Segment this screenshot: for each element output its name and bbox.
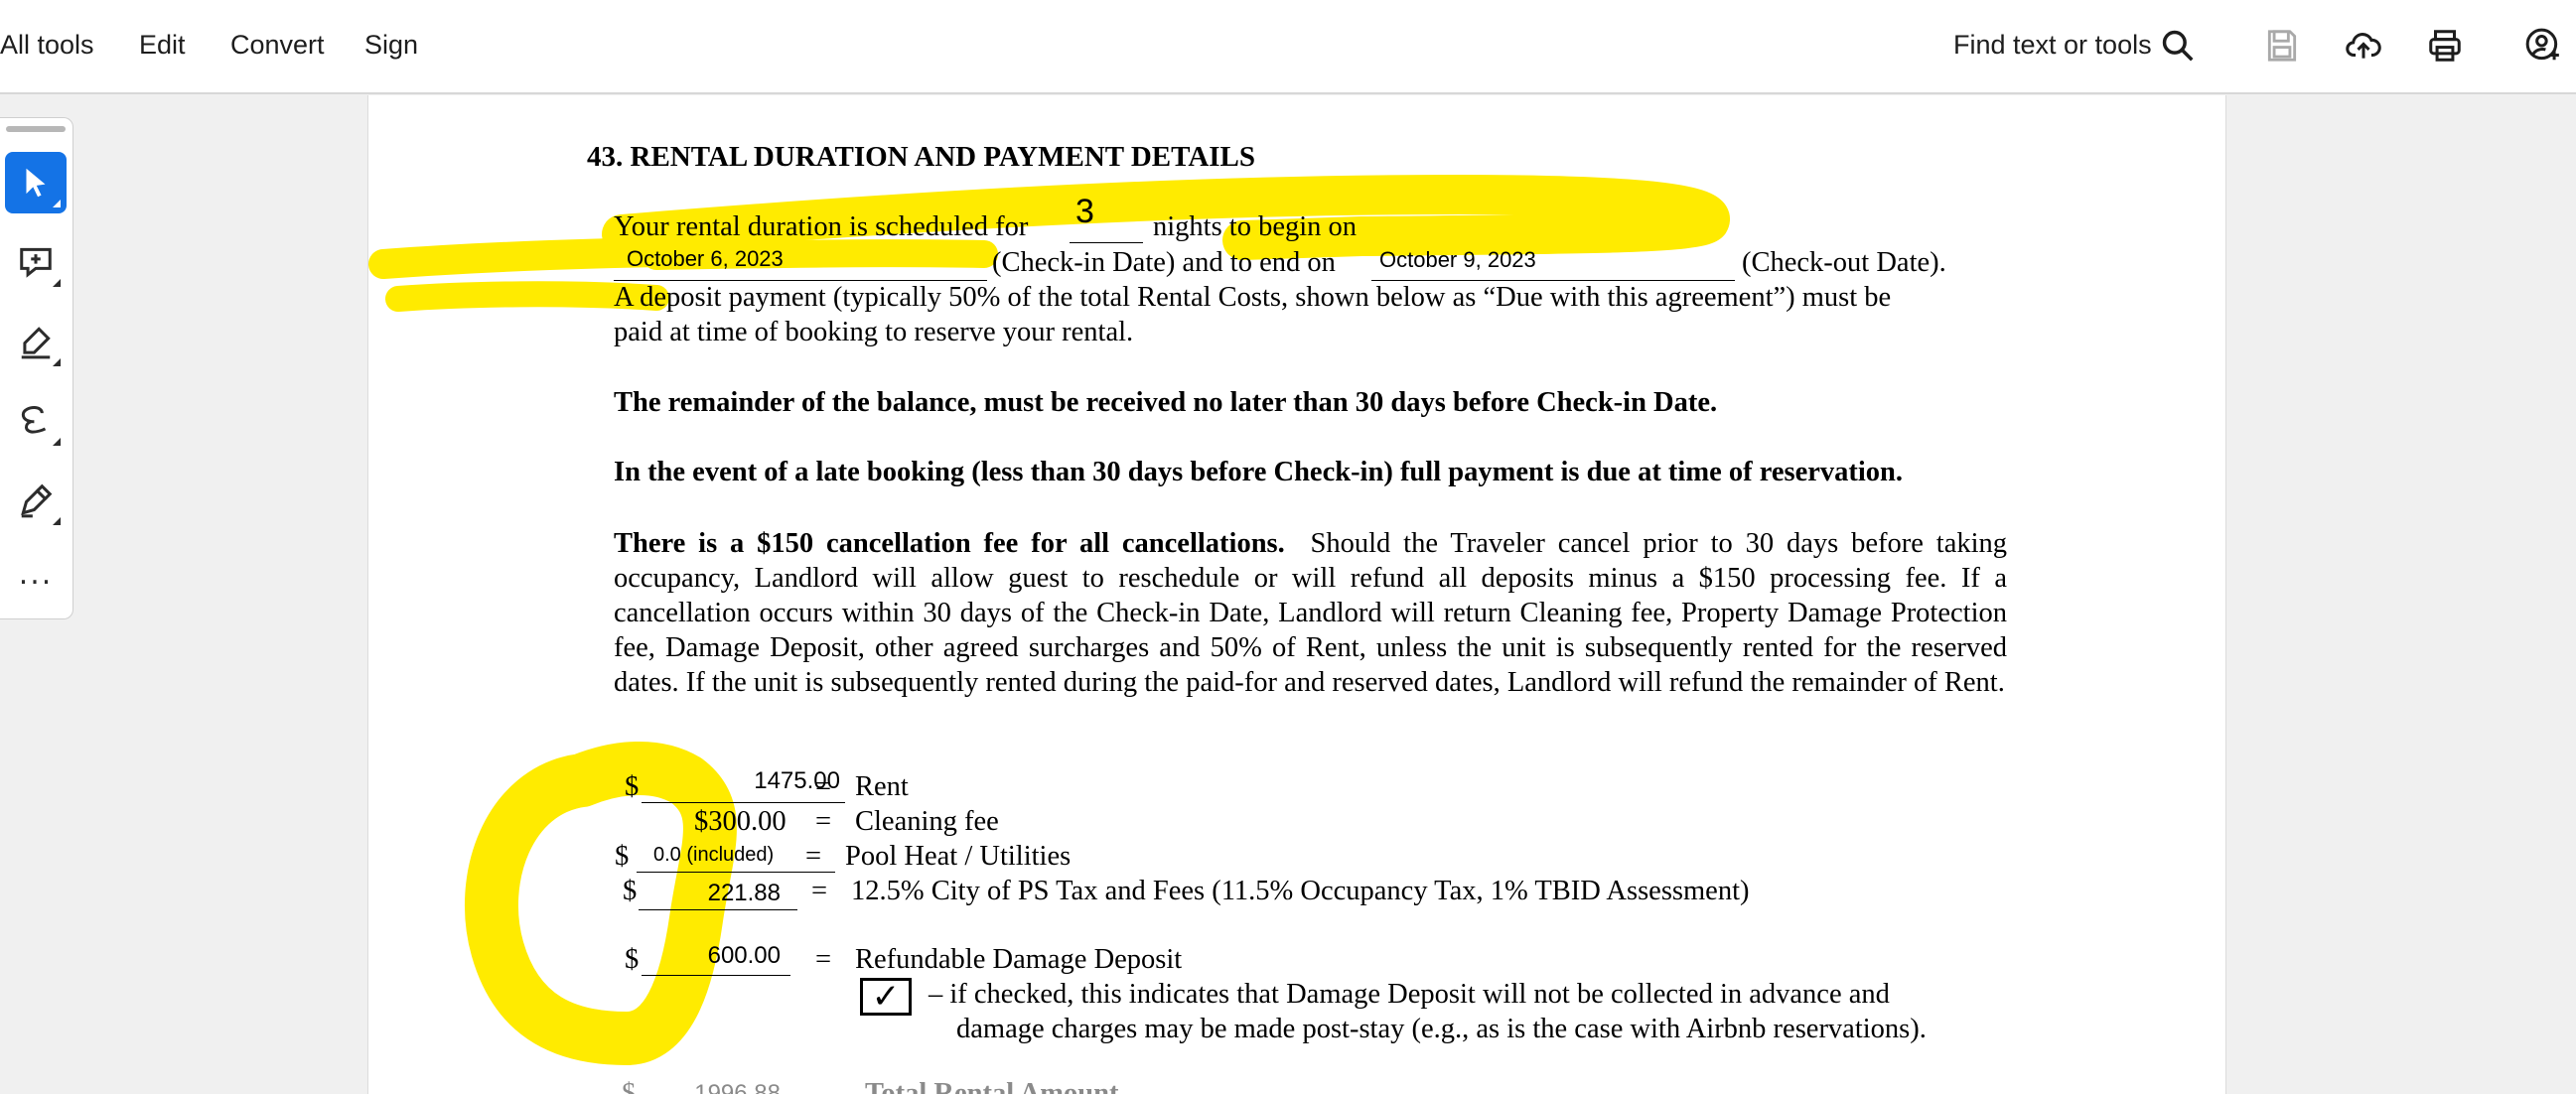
menu-edit[interactable]: Edit bbox=[139, 30, 186, 61]
tool-menu-corner bbox=[53, 279, 61, 287]
cloud-upload-icon[interactable] bbox=[2338, 20, 2389, 71]
equals-cleaning: = bbox=[815, 806, 832, 837]
duration-text-pre: Your rental duration is scheduled for bbox=[614, 211, 1029, 242]
currency-tax: $ bbox=[623, 876, 638, 906]
currency-total: $ bbox=[622, 1078, 637, 1094]
damage-deposit-label: Refundable Damage Deposit bbox=[855, 944, 1183, 975]
add-comment-icon bbox=[20, 247, 52, 278]
checkout-date-field[interactable]: October 9, 2023 bbox=[1379, 247, 1536, 273]
checkbox-explanation-2: damage charges may be made post-stay (e.… bbox=[956, 1014, 1927, 1044]
checkin-label: (Check-in Date) and to end on bbox=[992, 247, 1336, 278]
remainder-notice: The remainder of the balance, must be re… bbox=[614, 387, 1718, 418]
currency-rent: $ bbox=[625, 771, 640, 802]
total-label: Total Rental Amount bbox=[865, 1078, 1119, 1094]
damage-deposit-amount-field[interactable]: 600.00 bbox=[642, 942, 781, 970]
tool-menu-corner bbox=[53, 438, 61, 446]
sign-tool-button[interactable] bbox=[5, 470, 67, 531]
cleaning-fee-label: Cleaning fee bbox=[855, 806, 999, 837]
currency-pool: $ bbox=[615, 841, 630, 872]
highlight-pen-icon bbox=[21, 327, 51, 359]
checkbox-explanation-1: – if checked, this indicates that Damage… bbox=[929, 979, 1890, 1010]
tool-menu-corner bbox=[53, 200, 61, 207]
equals-rent: = bbox=[815, 771, 832, 802]
lasso-tool-button[interactable] bbox=[5, 390, 67, 452]
equals-pool: = bbox=[805, 841, 822, 872]
equals-tax: = bbox=[811, 876, 828, 906]
cleaning-fee-amount: $300.00 bbox=[694, 806, 787, 837]
select-icon bbox=[26, 168, 46, 198]
rent-amount-field[interactable]: 1475.00 bbox=[642, 767, 840, 795]
damage-deposit-checkbox[interactable]: ✓ bbox=[860, 978, 912, 1016]
lasso-icon bbox=[21, 406, 47, 434]
deposit-line-2: paid at time of booking to reserve your … bbox=[614, 317, 1134, 347]
checkout-label: (Check-out Date). bbox=[1742, 247, 1946, 278]
save-icon[interactable] bbox=[2256, 20, 2308, 71]
currency-deposit: $ bbox=[625, 944, 640, 975]
tool-rail: ... bbox=[0, 117, 73, 619]
print-icon[interactable] bbox=[2419, 20, 2471, 71]
search-icon[interactable] bbox=[2152, 20, 2204, 71]
menu-convert[interactable]: Convert bbox=[230, 30, 325, 61]
pool-heat-amount-field[interactable]: 0.0 (included) bbox=[653, 844, 774, 867]
checkin-underline bbox=[614, 280, 987, 281]
cancellation-paragraph: There is a $150 cancellation fee for all… bbox=[614, 526, 2007, 700]
share-user-icon[interactable] bbox=[2517, 20, 2569, 71]
select-tool-button[interactable] bbox=[5, 152, 67, 213]
tool-menu-corner bbox=[53, 358, 61, 366]
section-heading: 43. RENTAL DURATION AND PAYMENT DETAILS bbox=[587, 141, 1256, 173]
checkout-underline bbox=[1371, 280, 1735, 281]
tax-amount-field[interactable]: 221.88 bbox=[642, 880, 781, 907]
cancellation-heading: There is a $150 cancellation fee for all… bbox=[614, 528, 1285, 559]
sign-pen-icon bbox=[21, 483, 53, 518]
pool-heat-label: Pool Heat / Utilities bbox=[845, 841, 1072, 872]
more-tools-button[interactable]: ... bbox=[0, 560, 72, 590]
add-comment-tool-button[interactable] bbox=[5, 231, 67, 293]
total-amount-field[interactable]: 1996.88 bbox=[642, 1080, 781, 1094]
menu-sign[interactable]: Sign bbox=[364, 30, 418, 61]
top-menu-bar: All tools Edit Convert Sign Find text or… bbox=[0, 0, 2576, 94]
tax-label: 12.5% City of PS Tax and Fees (11.5% Occ… bbox=[851, 876, 1750, 906]
highlight-tool-button[interactable] bbox=[5, 311, 67, 372]
deposit-underline bbox=[642, 975, 790, 976]
tax-underline bbox=[639, 909, 797, 910]
find-text-or-tools-label[interactable]: Find text or tools bbox=[1953, 30, 2152, 61]
late-booking-notice: In the event of a late booking (less tha… bbox=[614, 457, 1904, 487]
checkin-date-field[interactable]: October 6, 2023 bbox=[627, 246, 784, 272]
duration-text-post: nights to begin on bbox=[1153, 211, 1358, 242]
menu-all-tools[interactable]: All tools bbox=[0, 30, 94, 61]
equals-deposit: = bbox=[815, 944, 832, 975]
deposit-line-1: A deposit payment (typically 50% of the … bbox=[614, 282, 1892, 313]
nights-underline bbox=[1070, 242, 1143, 243]
rent-label: Rent bbox=[855, 771, 909, 802]
rail-drag-handle[interactable] bbox=[6, 126, 66, 132]
nights-field[interactable]: 3 bbox=[1075, 193, 1094, 231]
tool-menu-corner bbox=[53, 517, 61, 525]
document-page: 43. RENTAL DURATION AND PAYMENT DETAILS … bbox=[367, 95, 2226, 1094]
